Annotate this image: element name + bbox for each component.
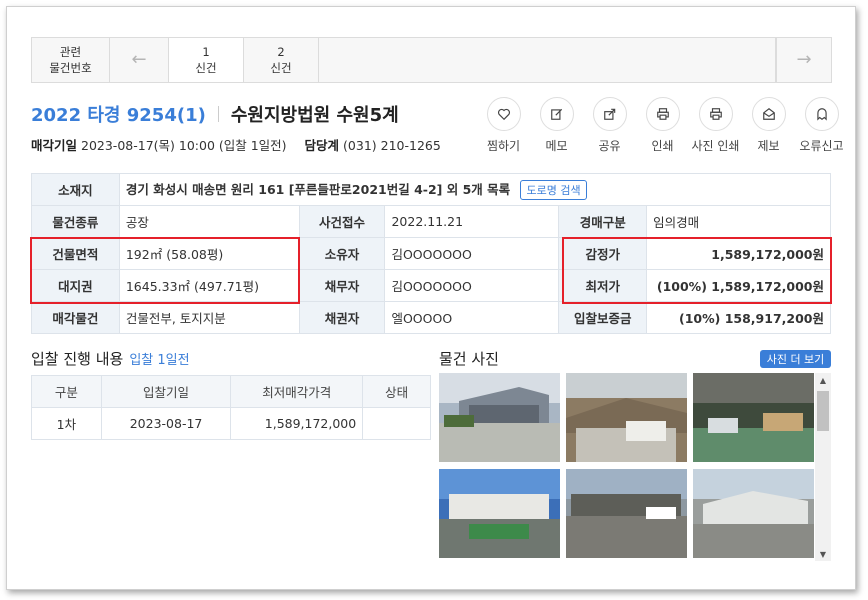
table-row: 소재지 경기 화성시 매송면 원리 161 [푸른들판로2021번길 4-2] …	[31, 173, 832, 206]
location-value: 경기 화성시 매송면 원리 161 [푸른들판로2021번길 4-2] 외 5개…	[125, 182, 511, 197]
share-button[interactable]: 공유	[583, 97, 636, 154]
photo-scrollbar[interactable]: ▲ ▼	[815, 373, 831, 561]
min-price-cell: 1,589,172,000	[230, 407, 364, 440]
tab-item-2[interactable]: 2 신건	[244, 38, 319, 82]
table-row: 1차 2023-08-17 1,589,172,000	[31, 407, 431, 440]
sale-info-line: 매각기일 2023-08-17(목) 10:00 (입찰 1일전) 담당계 (0…	[31, 135, 441, 154]
action-label: 공유	[598, 139, 621, 153]
property-photo[interactable]	[439, 469, 560, 558]
column-header: 최저매각가격	[230, 375, 364, 408]
table-header-row: 구분 입찰기일 최저매각가격 상태	[31, 375, 431, 408]
dept-label: 담당계	[304, 138, 340, 153]
deposit-label: 입찰보증금	[558, 301, 648, 334]
case-title: 2022 타경 9254(1) 수원지방법원 수원5계	[31, 101, 399, 127]
property-photo[interactable]	[566, 469, 687, 558]
sale-date-label: 매각기일	[31, 138, 78, 153]
location-label: 소재지	[31, 173, 120, 206]
title-divider	[217, 106, 219, 122]
heart-icon	[486, 97, 521, 131]
tab-spacer	[319, 38, 776, 82]
tab-item-number: 2	[277, 45, 285, 59]
debtor-label: 채무자	[298, 269, 386, 302]
photo-grid	[439, 373, 831, 561]
table-row: 매각물건 건물전부, 토지지분 채권자 엘OOOOO 입찰보증금 (10%) 1…	[31, 301, 831, 334]
dept-phone: (031) 210-1265	[343, 138, 441, 153]
ghost-icon	[804, 97, 839, 131]
case-number: 2022 타경 9254(1)	[31, 105, 206, 126]
area-highlight-box	[30, 237, 300, 304]
column-header: 구분	[31, 375, 102, 408]
bid-date-cell: 2023-08-17	[100, 407, 232, 440]
court-name: 수원지방법원 수원5계	[230, 105, 399, 126]
more-photos-button[interactable]: 사진 더 보기	[760, 350, 831, 368]
report-button[interactable]: 제보	[742, 97, 795, 154]
location-cell: 경기 화성시 매송면 원리 161 [푸른들판로2021번길 4-2] 외 5개…	[118, 173, 832, 206]
received-value: 2022.11.21	[384, 205, 560, 238]
auction-type-value: 임의경매	[646, 205, 831, 238]
tab-related-items[interactable]: 관련 물건번호	[32, 38, 110, 82]
case-tab-bar: 관련 물건번호 ← 1 신건 2 신건 →	[31, 37, 832, 83]
print-button[interactable]: 인쇄	[636, 97, 689, 154]
owner-value: 김OOOOOOO	[384, 237, 560, 270]
table-row: 물건종류 공장 사건접수 2022.11.21 경매구분 임의경매	[31, 205, 831, 238]
sale-date-value: 2023-08-17(목) 10:00 (입찰 1일전)	[81, 138, 287, 153]
next-arrow-icon[interactable]: →	[776, 38, 831, 82]
sale-item-label: 매각물건	[31, 301, 120, 334]
type-value: 공장	[118, 205, 300, 238]
debtor-value: 김OOOOOOO	[384, 269, 560, 302]
bidding-dday: 입찰 1일전	[129, 353, 190, 368]
property-photo[interactable]	[439, 373, 560, 462]
deposit-value: (10%) 158,917,200원	[646, 301, 831, 334]
type-label: 물건종류	[31, 205, 120, 238]
action-label: 찜하기	[486, 139, 521, 153]
memo-button[interactable]: 메모	[530, 97, 583, 154]
column-header: 입찰기일	[100, 375, 232, 408]
property-photo[interactable]	[566, 373, 687, 462]
printer-icon	[645, 97, 680, 131]
tab-related-line2: 물건번호	[49, 61, 92, 75]
action-label: 오류신고	[799, 139, 844, 153]
tab-item-number: 1	[202, 45, 210, 59]
round-cell: 1차	[31, 407, 102, 440]
action-label: 사진 인쇄	[691, 139, 740, 153]
tab-item-label: 신건	[270, 61, 292, 75]
price-highlight-box	[562, 237, 832, 304]
photo-print-button[interactable]: 사진 인쇄	[689, 97, 742, 154]
owner-label: 소유자	[298, 237, 386, 270]
property-photo[interactable]	[693, 469, 814, 558]
action-label: 메모	[545, 139, 568, 153]
scrollbar-thumb[interactable]	[817, 391, 829, 431]
property-photo[interactable]	[693, 373, 814, 462]
share-icon	[592, 97, 627, 131]
tab-related-line1: 관련	[59, 45, 82, 59]
bidding-table: 구분 입찰기일 최저매각가격 상태 1차 2023-08-17 1,589,17…	[31, 375, 431, 440]
road-search-button[interactable]: 도로명 검색	[520, 180, 587, 200]
printer-icon	[698, 97, 733, 131]
status-cell	[362, 407, 431, 440]
creditor-label: 채권자	[298, 301, 386, 334]
received-label: 사건접수	[298, 205, 386, 238]
photos-title: 물건 사진	[439, 350, 499, 368]
scroll-down-icon[interactable]: ▼	[815, 547, 831, 561]
prev-arrow-icon[interactable]: ←	[110, 38, 169, 82]
error-report-button[interactable]: 오류신고	[795, 97, 848, 154]
mail-icon	[751, 97, 786, 131]
tab-item-label: 신건	[195, 61, 217, 75]
bidding-title: 입찰 진행 내용	[31, 350, 124, 368]
bidding-section-title: 입찰 진행 내용 입찰 1일전	[31, 348, 190, 369]
column-header: 상태	[362, 375, 431, 408]
action-label: 제보	[757, 139, 780, 153]
window-frame: 관련 물건번호 ← 1 신건 2 신건 → 2022 타경 9254(1) 수원…	[6, 6, 856, 590]
auction-type-label: 경매구분	[558, 205, 648, 238]
tab-item-1[interactable]: 1 신건	[169, 38, 244, 82]
creditor-value: 엘OOOOO	[384, 301, 560, 334]
scroll-up-icon[interactable]: ▲	[815, 373, 831, 387]
action-label: 인쇄	[651, 139, 674, 153]
favorite-button[interactable]: 찜하기	[477, 97, 530, 154]
action-toolbar: 찜하기 메모 공유 인쇄 사진 인쇄 제보 오류신고	[477, 97, 848, 154]
sale-item-value: 건물전부, 토지지분	[118, 301, 300, 334]
edit-icon	[539, 97, 574, 131]
